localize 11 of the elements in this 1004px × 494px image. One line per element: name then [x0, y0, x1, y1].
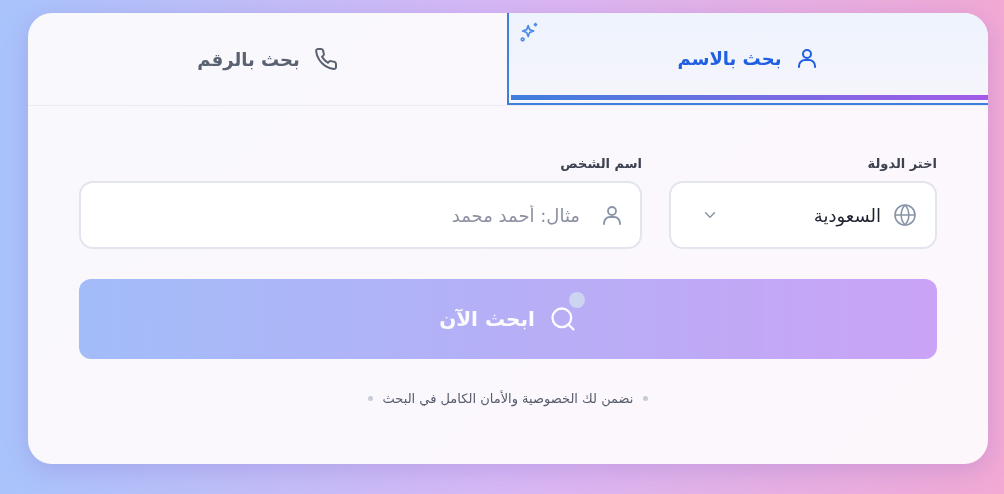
phone-icon: [313, 47, 338, 71]
search-tab[interactable]: بحث بالرقم: [28, 13, 507, 105]
field-label: اسم الشخص: [560, 156, 642, 171]
field-label: اختر الدولة: [867, 156, 937, 171]
country-select[interactable]: السعودية: [669, 181, 937, 249]
globe-icon: [893, 203, 917, 227]
person-icon: [600, 203, 624, 227]
glow-dot: [569, 292, 585, 308]
privacy-note: نضمن لك الخصوصية والأمان الكامل في البحث: [382, 391, 634, 406]
search-icon: [548, 305, 577, 333]
search-tab[interactable]: بحث بالاسم: [507, 13, 988, 105]
